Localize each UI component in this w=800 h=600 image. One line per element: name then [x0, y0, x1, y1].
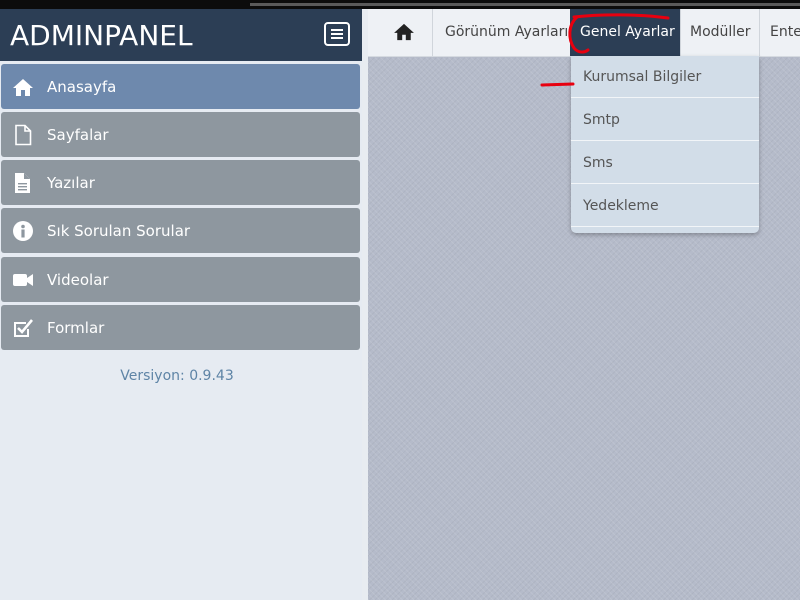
info-icon	[13, 221, 33, 241]
brand-header: ADMINPANEL	[0, 9, 362, 61]
sidebar-item-label: Sayfalar	[47, 126, 109, 144]
sidebar-item-label: Yazılar	[47, 174, 95, 192]
top-navbar: Görünüm Ayarları Genel Ayarlar Modüller …	[368, 9, 800, 57]
brand-title: ADMINPANEL	[10, 19, 193, 52]
sidebar-item-label: Sık Sorulan Sorular	[47, 222, 191, 240]
sidebar-item-anasayfa[interactable]: Anasayfa	[1, 64, 360, 109]
sidebar-item-videolar[interactable]: Videolar	[1, 257, 360, 302]
sidebar-item-yazilar[interactable]: Yazılar	[1, 160, 360, 205]
home-icon	[13, 79, 33, 96]
sidebar-item-label: Anasayfa	[47, 78, 117, 96]
sidebar-item-label: Videolar	[47, 271, 109, 289]
document-icon	[15, 173, 30, 193]
top-strip	[0, 0, 800, 9]
dropdown-item-yedekleme[interactable]: Yedekleme	[571, 185, 759, 227]
tab-genel-ayarlar[interactable]: Genel Ayarlar	[570, 9, 680, 56]
dropdown-item-sms[interactable]: Sms	[571, 142, 759, 184]
home-icon	[394, 23, 414, 41]
checkbox-icon	[14, 319, 33, 337]
sidebar-item-label: Formlar	[47, 319, 105, 337]
nav-home-button[interactable]	[380, 9, 432, 56]
video-camera-icon	[13, 274, 33, 286]
tab-moduller[interactable]: Modüller	[680, 9, 759, 56]
menu-toggle-button[interactable]	[324, 22, 350, 46]
version-text: Versiyon: 0.9.43	[120, 368, 234, 384]
file-icon	[15, 124, 32, 146]
dropdown-item-kurumsal-bilgiler[interactable]: Kurumsal Bilgiler	[571, 56, 759, 98]
genel-ayarlar-dropdown: Kurumsal Bilgiler Smtp Sms Yedekleme	[571, 56, 759, 233]
tab-gorunum-ayarlari[interactable]: Görünüm Ayarları	[432, 9, 570, 56]
dropdown-item-smtp[interactable]: Smtp	[571, 99, 759, 141]
hamburger-icon	[331, 29, 343, 39]
sidebar-item-sss[interactable]: Sık Sorulan Sorular	[1, 208, 360, 253]
tab-ente[interactable]: Ente	[759, 9, 800, 56]
sidebar-item-sayfalar[interactable]: Sayfalar	[1, 112, 360, 157]
sidebar: ADMINPANEL Anasayfa Sayfalar Yazılar Sık…	[0, 9, 368, 600]
sidebar-item-formlar[interactable]: Formlar	[1, 305, 360, 350]
